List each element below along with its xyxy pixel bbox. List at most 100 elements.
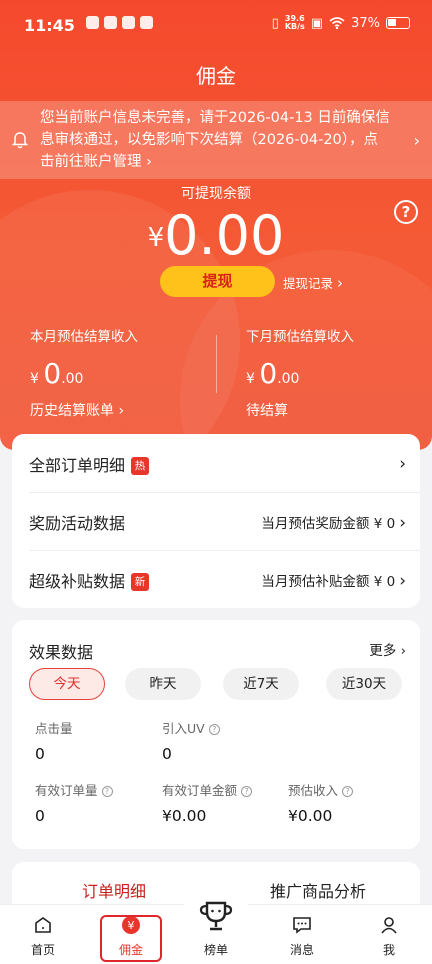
hot-badge: 热 — [131, 457, 150, 475]
row-value: 当月预估补贴金额 ¥ 0 — [261, 574, 396, 590]
status-right: ▯ 39.6 KB/s ▣ 37% — [272, 15, 410, 31]
next-month-dec: .00 — [277, 371, 300, 387]
metric-uv: 引入UV? 0 — [162, 718, 220, 763]
tab-label: 我 — [382, 943, 395, 957]
metric-label-wrap: 有效订单量? — [35, 780, 113, 799]
chevron-right-icon: › — [118, 403, 125, 419]
metric-value: 0 — [162, 745, 172, 763]
row-title: 奖励活动数据 — [29, 514, 126, 533]
next-month-amount: ¥ 0.00 — [246, 357, 354, 390]
chevron-right-icon: › — [400, 643, 406, 659]
page-title: 佣金 — [196, 64, 236, 88]
this-month-currency: ¥ — [30, 371, 39, 387]
metric-label: 预估收入 — [288, 783, 339, 798]
metric-valid-amount: 有效订单金额? ¥0.00 — [162, 780, 253, 825]
wifi-icon — [329, 17, 345, 29]
filter-7days[interactable]: 近7天 — [223, 668, 299, 700]
chevron-right-icon: › — [146, 154, 152, 170]
notice-text: 您当前账户信息未完善，请于2026-04-13 日前确保信息审核通过，以免影响下… — [40, 107, 390, 173]
help-icon[interactable]: ? — [101, 786, 113, 797]
metric-value: ¥0.00 — [288, 807, 333, 825]
person-icon — [381, 917, 397, 934]
filter-today[interactable]: 今天 — [29, 668, 105, 700]
filter-yesterday[interactable]: 昨天 — [125, 668, 201, 700]
battery-icon — [386, 17, 410, 29]
bell-icon — [12, 132, 28, 149]
metric-label: 有效订单量 — [35, 783, 98, 798]
trophy-icon — [199, 901, 233, 931]
effect-title: 效果数据 — [29, 643, 94, 662]
balance-currency: ¥ — [147, 223, 165, 253]
effect-data-card: 效果数据 更多 › 今天 昨天 近7天 近30天 点击量 0 引入UV? 0 有… — [12, 620, 420, 849]
home-icon — [35, 917, 51, 933]
next-month-estimate: 下月预估结算收入 ¥ 0.00 待结算 — [246, 325, 354, 420]
notification-icons — [86, 16, 153, 29]
app-notification-icon — [104, 16, 117, 29]
filter-30days[interactable]: 近30天 — [326, 668, 402, 700]
metric-label: 点击量 — [35, 721, 73, 736]
pending-settlement-link[interactable]: 待结算 — [246, 400, 354, 420]
metric-value: 0 — [35, 745, 45, 763]
more-label: 更多 — [369, 643, 397, 659]
chevron-right-icon: › — [399, 454, 406, 474]
tab-messages[interactable]: 消息 — [259, 905, 345, 964]
row-right: 当月预估奖励金额 ¥ 0 › — [261, 512, 406, 533]
settlement-history-label: 历史结算账单 — [30, 403, 114, 419]
settlement-history-link[interactable]: 历史结算账单 › — [30, 400, 138, 420]
battery-percent: 37% — [351, 15, 380, 31]
more-link[interactable]: 更多 › — [369, 639, 406, 659]
tab-label: 消息 — [289, 943, 314, 957]
commission-header: 11:45 ▯ 39.6 KB/s ▣ 37% 佣金 您当前账户信息未完善，请于… — [0, 0, 432, 450]
next-month-label: 下月预估结算收入 — [246, 329, 354, 345]
balance-value: 0.00 — [164, 204, 285, 267]
tab-home[interactable]: 首页 — [0, 905, 86, 964]
sim-icon: ▣ — [310, 15, 324, 31]
help-icon[interactable]: ? — [342, 786, 354, 797]
net-speed-unit: KB/s — [284, 22, 305, 31]
tab-product-analysis[interactable]: 推广商品分析 — [270, 878, 366, 902]
row-title-text: 全部订单明细 — [29, 456, 126, 475]
row-title: 超级补贴数据新 — [29, 568, 150, 592]
status-time: 11:45 — [24, 16, 75, 35]
super-subsidy-row[interactable]: 超级补贴数据新 当月预估补贴金额 ¥ 0 › — [12, 550, 420, 608]
metric-clicks: 点击量 0 — [35, 718, 73, 763]
help-icon[interactable]: ? — [241, 786, 253, 797]
tab-order-detail[interactable]: 订单明细 — [82, 878, 146, 902]
row-title-text: 超级补贴数据 — [29, 572, 126, 591]
balance-amount: ¥0.00 — [0, 204, 432, 267]
withdraw-button[interactable]: 提现 — [160, 266, 275, 297]
all-orders-row[interactable]: 全部订单明细热 › — [12, 434, 420, 492]
row-right: › — [395, 454, 406, 474]
data-list-card: 全部订单明细热 › 奖励活动数据 当月预估奖励金额 ¥ 0 › 超级补贴数据新 当… — [12, 434, 420, 608]
row-value: 当月预估奖励金额 ¥ 0 — [261, 516, 396, 532]
net-speed: 39.6 KB/s — [285, 15, 305, 31]
metric-label-wrap: 引入UV? — [162, 718, 220, 737]
withdraw-record-link[interactable]: 提现记录 › — [283, 273, 343, 292]
app-notification-icon — [86, 16, 99, 29]
next-month-int: 0 — [259, 357, 278, 390]
metric-label: 引入UV — [162, 721, 205, 736]
chevron-right-icon: › — [413, 131, 420, 150]
row-right: 当月预估补贴金额 ¥ 0 › — [261, 570, 406, 591]
app-notification-icon — [140, 16, 153, 29]
tab-me[interactable]: 我 — [346, 905, 432, 964]
reward-activity-row[interactable]: 奖励活动数据 当月预估奖励金额 ¥ 0 › — [12, 492, 420, 550]
next-month-currency: ¥ — [246, 371, 255, 387]
status-bar: 11:45 ▯ 39.6 KB/s ▣ 37% — [0, 0, 432, 52]
metric-label: 有效订单金额 — [162, 783, 238, 798]
chevron-right-icon: › — [399, 571, 406, 591]
metric-value: ¥0.00 — [162, 807, 207, 825]
this-month-amount: ¥ 0.00 — [30, 357, 138, 390]
metric-est-income: 预估收入? ¥0.00 — [288, 780, 354, 825]
account-notice-banner[interactable]: 您当前账户信息未完善，请于2026-04-13 日前确保信息审核通过，以免影响下… — [0, 101, 432, 179]
metric-value: 0 — [35, 807, 45, 825]
tab-label: 首页 — [30, 943, 55, 957]
row-title: 全部订单明细热 — [29, 452, 150, 476]
help-icon[interactable]: ? — [208, 724, 220, 735]
message-icon — [293, 917, 311, 934]
this-month-dec: .00 — [61, 371, 84, 387]
metric-label-wrap: 有效订单金额? — [162, 780, 253, 799]
tab-label: 榜单 — [203, 943, 228, 957]
balance-label: 可提现余额 — [181, 186, 251, 202]
vibrate-icon: ▯ — [271, 15, 279, 31]
